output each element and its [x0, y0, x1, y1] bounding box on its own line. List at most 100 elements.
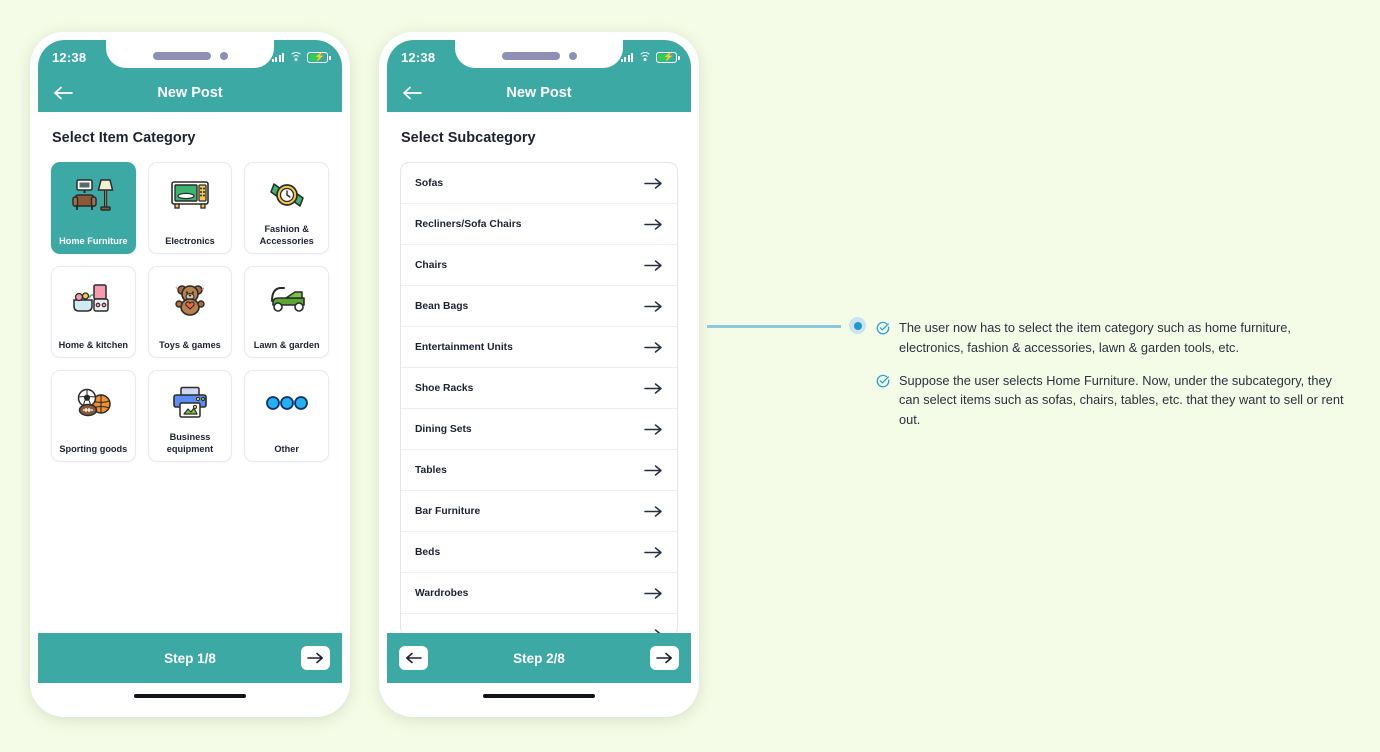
category-label: Lawn & garden — [253, 339, 320, 350]
arrow-right-icon — [644, 423, 663, 436]
subcategory-label: Bean Bags — [415, 300, 469, 312]
page-title: New Post — [506, 85, 572, 101]
lawn-mower-icon — [249, 277, 324, 321]
list-item[interactable]: Recliners/Sofa Chairs — [401, 204, 677, 245]
arrow-right-icon — [644, 177, 663, 190]
wristwatch-icon — [249, 173, 324, 217]
home-indicator — [483, 694, 595, 698]
notch-speaker-pill — [501, 52, 560, 60]
anchor-dot-icon — [849, 317, 866, 334]
arrow-right-icon — [644, 464, 663, 477]
check-circle-icon — [876, 371, 891, 430]
list-item[interactable]: Entertainment Units — [401, 327, 677, 368]
back-arrow-icon[interactable] — [52, 83, 74, 103]
device-notch — [455, 40, 623, 68]
subcategory-label: Wardrobes — [415, 587, 469, 599]
list-item[interactable]: Tables — [401, 450, 677, 491]
arrow-right-icon — [644, 505, 663, 518]
category-label: Other — [274, 443, 299, 454]
subcategory-label: Bar Furniture — [415, 505, 481, 517]
step-bar: Step 1/8 — [38, 633, 342, 683]
category-card-toys-games[interactable]: Toys & games — [147, 266, 233, 358]
category-label: Electronics — [165, 235, 215, 246]
step-indicator: Step 1/8 — [164, 650, 216, 666]
category-label: Home & kitchen — [58, 339, 129, 350]
wifi-icon — [289, 52, 302, 62]
screenshot-canvas: 12:38 ⚡ New Post Select Item Category Ho… — [0, 0, 1380, 752]
category-card-other[interactable]: Other — [244, 370, 329, 462]
subcategory-label: Sofas — [415, 177, 444, 189]
annotation-notes: The user now has to select the item cate… — [876, 318, 1356, 443]
phone-mockup-category: 12:38 ⚡ New Post Select Item Category Ho… — [30, 32, 350, 717]
status-indicators: ⚡ — [271, 51, 331, 63]
microwave-icon — [153, 173, 228, 217]
list-item[interactable]: Dining Sets — [401, 409, 677, 450]
category-card-business-equipment[interactable]: Business equipment — [147, 370, 233, 462]
teddy-bear-icon — [153, 277, 228, 321]
signal-bars-icon — [620, 52, 633, 62]
back-arrow-icon[interactable] — [401, 83, 423, 103]
step-bar: Step 2/8 — [387, 633, 691, 683]
subcategory-label: Entertainment Units — [415, 341, 513, 353]
category-card-lawn-garden[interactable]: Lawn & garden — [244, 266, 329, 358]
device-notch — [106, 40, 274, 68]
category-card-home-furniture[interactable]: Home Furniture — [51, 162, 136, 254]
subcategory-label: Recliners/Sofa Chairs — [415, 218, 522, 230]
arrow-right-icon — [644, 341, 663, 354]
signal-bars-icon — [271, 52, 284, 62]
phone-screen: 12:38 ⚡ New Post — [38, 40, 342, 709]
armchair-lamp-icon — [56, 173, 131, 217]
three-dots-icon — [249, 381, 324, 425]
subcategory-scroll-area[interactable]: Sofas Recliners/Sofa Chairs Chairs Bean … — [387, 146, 691, 633]
annotation-note: The user now has to select the item cate… — [876, 318, 1356, 358]
list-item[interactable]: Sofas — [401, 163, 677, 204]
list-item-partial[interactable] — [401, 614, 677, 633]
category-card-electronics[interactable]: Electronics — [147, 162, 233, 254]
subcategory-list: Sofas Recliners/Sofa Chairs Chairs Bean … — [400, 162, 678, 633]
annotation-note: Suppose the user selects Home Furniture.… — [876, 371, 1356, 430]
list-item[interactable]: Wardrobes — [401, 573, 677, 614]
battery-charging-icon: ⚡ — [307, 51, 331, 63]
home-indicator — [134, 694, 246, 698]
page-title: New Post — [157, 85, 223, 101]
check-circle-icon — [876, 318, 891, 358]
home-indicator-area — [387, 683, 691, 709]
notch-camera-dot — [219, 52, 228, 60]
arrow-right-icon — [644, 259, 663, 272]
printer-icon — [153, 381, 228, 425]
category-card-sporting-goods[interactable]: Sporting goods — [51, 370, 136, 462]
list-item[interactable]: Chairs — [401, 245, 677, 286]
arrow-right-icon — [644, 218, 663, 231]
arrow-right-icon — [644, 546, 663, 559]
next-step-button[interactable] — [301, 646, 330, 670]
app-header: New Post — [38, 74, 342, 112]
phone-mockup-subcategory: 12:38 ⚡ New Post Select Subcategory Sofa… — [379, 32, 699, 717]
list-item[interactable]: Beds — [401, 532, 677, 573]
sports-balls-icon — [56, 381, 131, 425]
annotation-text: The user now has to select the item cate… — [899, 320, 1291, 355]
category-label: Business equipment — [166, 432, 214, 454]
step-indicator: Step 2/8 — [513, 650, 565, 666]
battery-charging-icon: ⚡ — [656, 51, 680, 63]
category-label: Home Furniture — [59, 235, 128, 246]
subcategory-label: Tables — [415, 464, 447, 476]
section-title: Select Item Category — [52, 130, 196, 146]
section-title: Select Subcategory — [401, 130, 536, 146]
prev-step-button[interactable] — [399, 646, 428, 670]
category-card-home-kitchen[interactable]: Home & kitchen — [51, 266, 136, 358]
list-item[interactable]: Bean Bags — [401, 286, 677, 327]
app-header: New Post — [387, 74, 691, 112]
next-step-button[interactable] — [650, 646, 679, 670]
list-item[interactable]: Shoe Racks — [401, 368, 677, 409]
category-label: Fashion & Accessories — [259, 224, 314, 246]
status-time: 12:38 — [401, 49, 436, 65]
blender-icon — [56, 277, 131, 321]
subcategory-label: Beds — [415, 546, 441, 558]
subcategory-label: Dining Sets — [415, 423, 472, 435]
category-card-fashion-accessories[interactable]: Fashion & Accessories — [244, 162, 329, 254]
status-indicators: ⚡ — [620, 51, 680, 63]
subcategory-content: Select Subcategory Sofas Recliners/Sofa … — [387, 112, 691, 633]
home-indicator-area — [38, 683, 342, 709]
list-item[interactable]: Bar Furniture — [401, 491, 677, 532]
status-time: 12:38 — [52, 49, 87, 65]
